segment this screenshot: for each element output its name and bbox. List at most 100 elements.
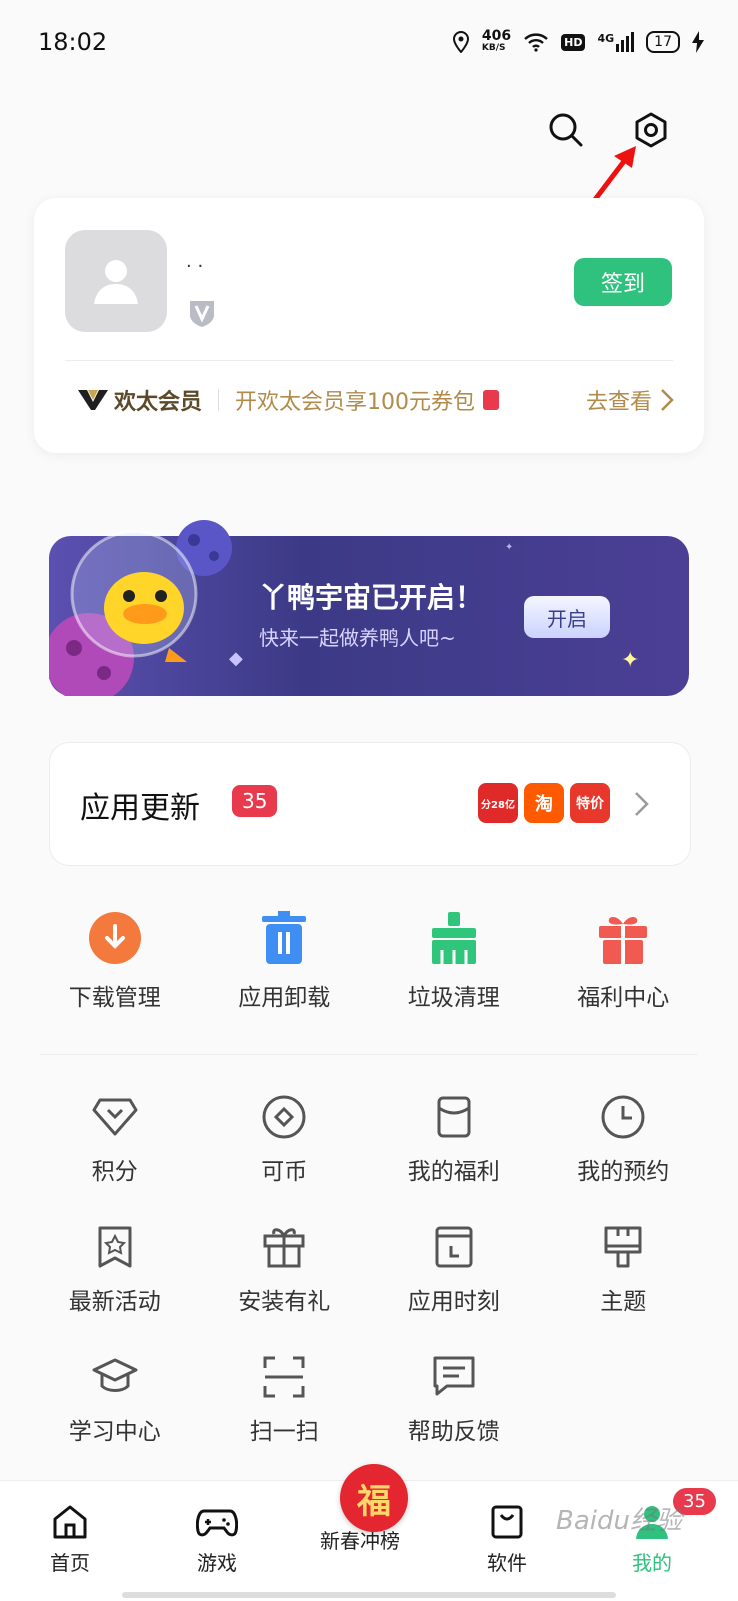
points-item[interactable]: 积分 bbox=[30, 1094, 200, 1186]
wifi-icon bbox=[524, 33, 548, 52]
banner-title: 丫鸭宇宙已开启！ bbox=[259, 581, 484, 614]
sparkle-icon: ✦ bbox=[621, 648, 640, 673]
vip-separator bbox=[218, 389, 220, 411]
menu-label: 我的福利 bbox=[407, 1159, 500, 1185]
tool-label: 下载管理 bbox=[68, 985, 161, 1011]
vip-promo-text: 开欢太会员享100元券包 bbox=[235, 390, 476, 415]
clock-icon bbox=[601, 1095, 645, 1139]
menu-label: 主题 bbox=[600, 1289, 647, 1315]
calendar-icon bbox=[435, 1226, 473, 1268]
welfare-center-item[interactable]: 福利中心 bbox=[539, 910, 709, 1012]
update-app-icons: 分28亿 淘 特价 bbox=[478, 783, 610, 823]
duck-universe-banner[interactable]: 丫鸭宇宙已开启！ 快来一起做养鸭人吧~ 开启 ◆ ✦ ✦ bbox=[49, 520, 689, 696]
menu-label: 应用时刻 bbox=[407, 1289, 500, 1315]
diamond-icon bbox=[92, 1098, 138, 1136]
coins-item[interactable]: 可币 bbox=[200, 1094, 370, 1186]
shopping-bag-icon bbox=[491, 1505, 523, 1539]
feedback-icon bbox=[433, 1356, 475, 1396]
sparkle-icon: ✦ bbox=[505, 542, 514, 553]
signal-label: 4G bbox=[597, 32, 615, 45]
nav-mine-label: 我的 bbox=[632, 1551, 672, 1575]
vip-level-badge bbox=[187, 298, 217, 328]
nav-software[interactable]: 软件 bbox=[487, 1503, 527, 1576]
menu-label: 我的预约 bbox=[577, 1159, 670, 1185]
app-uninstall-item[interactable]: 应用卸载 bbox=[200, 910, 370, 1012]
junk-clean-item[interactable]: 垃圾清理 bbox=[369, 910, 539, 1012]
heytap-v-logo bbox=[78, 390, 108, 410]
nav-games[interactable]: 游戏 bbox=[196, 1503, 238, 1576]
section-divider bbox=[40, 1054, 698, 1055]
download-manager-item[interactable]: 下载管理 bbox=[30, 910, 200, 1012]
home-icon bbox=[53, 1505, 87, 1539]
net-speed-unit: KB/S bbox=[481, 43, 506, 53]
scan-icon bbox=[263, 1356, 305, 1398]
menu-label: 安装有礼 bbox=[238, 1289, 331, 1315]
tools-grid: 下载管理 应用卸载 垃圾清理 福利中心 bbox=[30, 910, 708, 1012]
username[interactable]: · · bbox=[186, 256, 203, 277]
services-grid: 积分 可币 我的福利 我的预约 最新活动 安装有礼 应用时刻 主题 学习中心 扫… bbox=[30, 1094, 708, 1446]
menu-label: 学习中心 bbox=[68, 1419, 161, 1445]
vip-view-link[interactable]: 去查看 bbox=[586, 384, 674, 416]
nav-home-label: 首页 bbox=[50, 1551, 90, 1575]
sparkle-icon: ◆ bbox=[229, 648, 243, 669]
sign-in-button[interactable]: 签到 bbox=[574, 258, 672, 306]
location-icon bbox=[452, 31, 469, 53]
gamepad-icon bbox=[196, 1509, 238, 1537]
latest-events-item[interactable]: 最新活动 bbox=[30, 1224, 200, 1316]
fu-festival-icon[interactable]: 福 bbox=[340, 1464, 408, 1532]
menu-label: 最新活动 bbox=[68, 1289, 161, 1315]
banner-subtitle: 快来一起做养鸭人吧~ bbox=[259, 626, 456, 650]
theme-item[interactable]: 主题 bbox=[539, 1224, 709, 1316]
hd-badge: HD bbox=[561, 33, 586, 51]
app-moments-item[interactable]: 应用时刻 bbox=[369, 1224, 539, 1316]
v-shield-icon bbox=[190, 301, 214, 327]
trash-icon bbox=[262, 911, 307, 964]
card-divider bbox=[65, 360, 673, 361]
avatar[interactable] bbox=[65, 230, 167, 332]
graduation-cap-icon bbox=[92, 1358, 138, 1392]
tool-label: 福利中心 bbox=[577, 985, 670, 1011]
learning-center-item[interactable]: 学习中心 bbox=[30, 1354, 200, 1446]
status-icons: 406 KB/S HD 4G 17 bbox=[452, 28, 704, 54]
chevron-right-icon bbox=[635, 792, 649, 816]
charging-icon bbox=[692, 31, 704, 53]
gift-outline-icon bbox=[263, 1228, 305, 1268]
broom-icon bbox=[431, 912, 476, 964]
app-update-card[interactable]: 应用更新 35 分28亿 淘 特价 bbox=[49, 742, 691, 866]
vip-promo-row[interactable]: 欢太会员 开欢太会员享100元券包 bbox=[78, 384, 500, 416]
download-icon bbox=[88, 912, 141, 964]
app-update-title: 应用更新 bbox=[80, 791, 200, 826]
net-speed: 406 KB/S bbox=[481, 28, 512, 54]
my-reservations-item[interactable]: 我的预约 bbox=[539, 1094, 709, 1186]
envelope-icon bbox=[437, 1096, 471, 1138]
battery-indicator: 17 bbox=[646, 31, 680, 53]
gift-icon bbox=[599, 917, 648, 964]
tool-label: 应用卸载 bbox=[238, 985, 331, 1011]
menu-label: 可币 bbox=[261, 1159, 308, 1185]
vip-view-label: 去查看 bbox=[585, 390, 652, 415]
nav-software-label: 软件 bbox=[487, 1551, 527, 1575]
vip-brand: 欢太会员 bbox=[78, 384, 202, 416]
app-icon: 淘 bbox=[524, 783, 564, 823]
signal-icon: 4G bbox=[597, 32, 635, 52]
scan-item[interactable]: 扫一扫 bbox=[200, 1354, 370, 1446]
tool-label: 垃圾清理 bbox=[407, 985, 500, 1011]
install-gift-item[interactable]: 安装有礼 bbox=[200, 1224, 370, 1316]
watermark: Baidu经验 bbox=[556, 1506, 682, 1536]
status-time: 18:02 bbox=[38, 28, 108, 56]
home-indicator[interactable] bbox=[122, 1592, 616, 1598]
menu-label: 帮助反馈 bbox=[407, 1419, 500, 1445]
vip-brand-label: 欢太会员 bbox=[114, 390, 203, 415]
chevron-right-icon bbox=[661, 389, 674, 411]
brush-icon bbox=[604, 1226, 642, 1268]
update-count-badge: 35 bbox=[232, 785, 278, 817]
nav-home[interactable]: 首页 bbox=[50, 1503, 90, 1576]
banner-open-button[interactable]: 开启 bbox=[524, 596, 610, 638]
red-packet-icon bbox=[483, 390, 500, 410]
coin-icon bbox=[262, 1095, 306, 1139]
menu-label: 积分 bbox=[91, 1159, 138, 1185]
help-feedback-item[interactable]: 帮助反馈 bbox=[369, 1354, 539, 1446]
my-welfare-item[interactable]: 我的福利 bbox=[369, 1094, 539, 1186]
nav-games-label: 游戏 bbox=[197, 1551, 237, 1575]
net-speed-value: 406 bbox=[481, 28, 512, 44]
